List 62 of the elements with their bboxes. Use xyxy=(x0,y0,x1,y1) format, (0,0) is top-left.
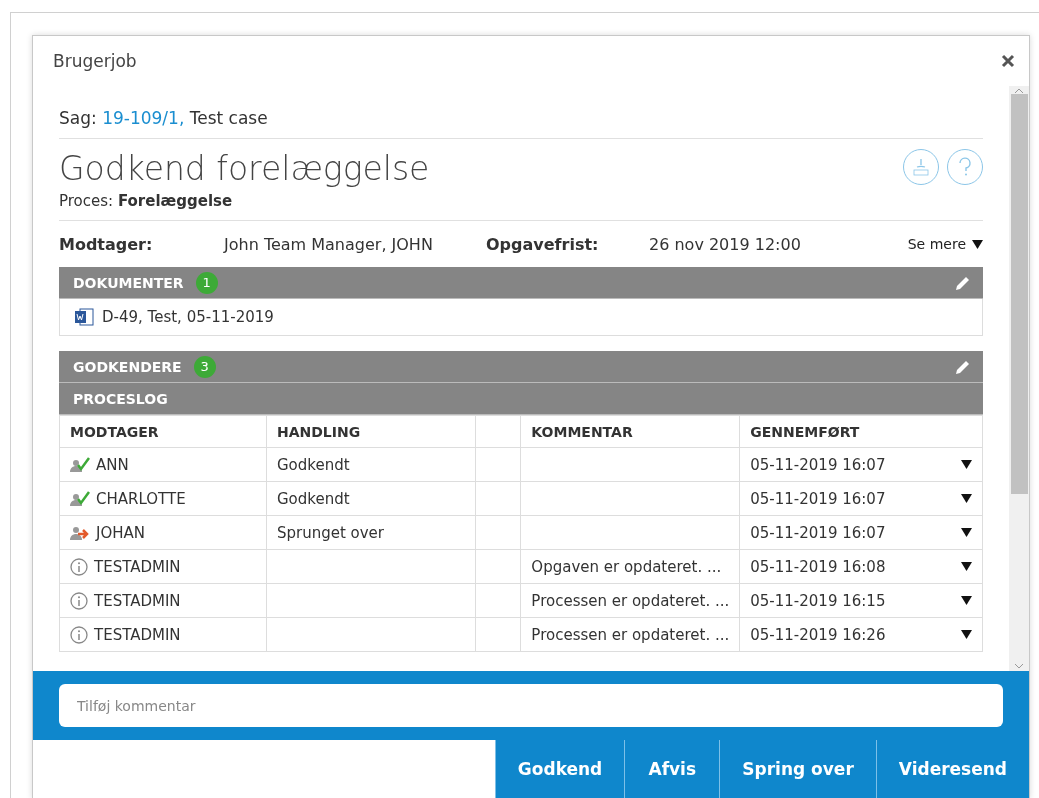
user-check-icon xyxy=(70,490,90,507)
table-cell: TESTADMIN xyxy=(59,617,267,652)
table-cell: TESTADMIN xyxy=(59,583,267,618)
page-heading: Godkend forelæggelse xyxy=(59,149,430,188)
table-cell: 05-11-2019 16:07 xyxy=(739,515,983,550)
recipient-value: John Team Manager, JOHN xyxy=(224,234,434,254)
caret-icon xyxy=(972,239,983,249)
see-more-button[interactable]: Se mere xyxy=(907,236,983,252)
action-button[interactable]: Spring over xyxy=(719,740,876,798)
window-title: Brugerjob xyxy=(53,51,137,71)
edit-icon[interactable] xyxy=(955,358,971,375)
expand-caret-icon[interactable] xyxy=(961,460,972,469)
table-cell: Godkendt xyxy=(266,447,476,482)
edit-icon[interactable] xyxy=(955,274,971,291)
table-cell: 05-11-2019 16:07 xyxy=(739,481,983,516)
count-badge: 3 xyxy=(193,355,216,378)
action-button[interactable]: Godkend xyxy=(494,740,625,798)
comment-input[interactable]: Tilføj kommentar xyxy=(59,684,1003,727)
table-cell: 05-11-2019 16:26 xyxy=(739,617,983,652)
section-title: GODKENDERE xyxy=(73,358,182,375)
action-button[interactable]: Afvis xyxy=(624,740,720,798)
section-title: PROCESLOG xyxy=(73,390,168,407)
deadline-value: 26 nov 2019 12:00 xyxy=(649,234,802,254)
table-cell: 05-11-2019 16:07 xyxy=(739,447,983,482)
table-cell: 05-11-2019 16:15 xyxy=(739,583,983,618)
case-label: Sag: xyxy=(59,108,98,128)
column-header: HANDLING xyxy=(266,415,476,448)
table-cell: Godkendt xyxy=(266,481,476,516)
table-cell: Opgaven er opdateret. ... xyxy=(520,549,740,584)
expand-caret-icon[interactable] xyxy=(961,528,972,537)
column-header: MODTAGER xyxy=(59,415,267,448)
section-title: DOKUMENTER xyxy=(73,274,184,291)
info-icon xyxy=(70,625,88,644)
user-arrow-icon xyxy=(70,524,90,541)
expand-caret-icon[interactable] xyxy=(961,596,972,605)
info-icon xyxy=(70,557,88,576)
table-cell: ANN xyxy=(59,447,267,482)
close-button[interactable] xyxy=(1001,54,1015,68)
expand-caret-icon[interactable] xyxy=(961,494,972,503)
table-cell: JOHAN xyxy=(59,515,267,550)
user-check-icon xyxy=(70,456,90,473)
process-text: Proces: Forelæggelse xyxy=(59,188,983,221)
table-cell: CHARLOTTE xyxy=(59,481,267,516)
case-link[interactable]: 19-109/1, xyxy=(102,108,185,128)
table-cell: 05-11-2019 16:08 xyxy=(739,549,983,584)
table-cell: Processen er opdateret. ... xyxy=(520,583,740,618)
table-cell: TESTADMIN xyxy=(59,549,267,584)
case-name: Test case xyxy=(189,108,268,128)
expand-caret-icon[interactable] xyxy=(961,562,972,571)
recipient-label: Modtager: xyxy=(59,234,154,254)
document-link[interactable]: D-49, Test, 05-11-2019 xyxy=(74,307,968,327)
help-icon xyxy=(958,157,972,177)
expand-caret-icon[interactable] xyxy=(961,630,972,639)
table-cell: Sprunget over xyxy=(266,515,476,550)
table-cell: Processen er opdateret. ... xyxy=(520,617,740,652)
action-button[interactable]: Videresend xyxy=(875,740,1029,798)
word-document-icon xyxy=(74,307,94,327)
deadline-label: Opgavefrist: xyxy=(486,234,600,254)
count-badge: 1 xyxy=(195,271,218,294)
column-header: GENNEMFØRT xyxy=(739,415,983,448)
column-header: KOMMENTAR xyxy=(520,415,740,448)
info-icon xyxy=(70,591,88,610)
